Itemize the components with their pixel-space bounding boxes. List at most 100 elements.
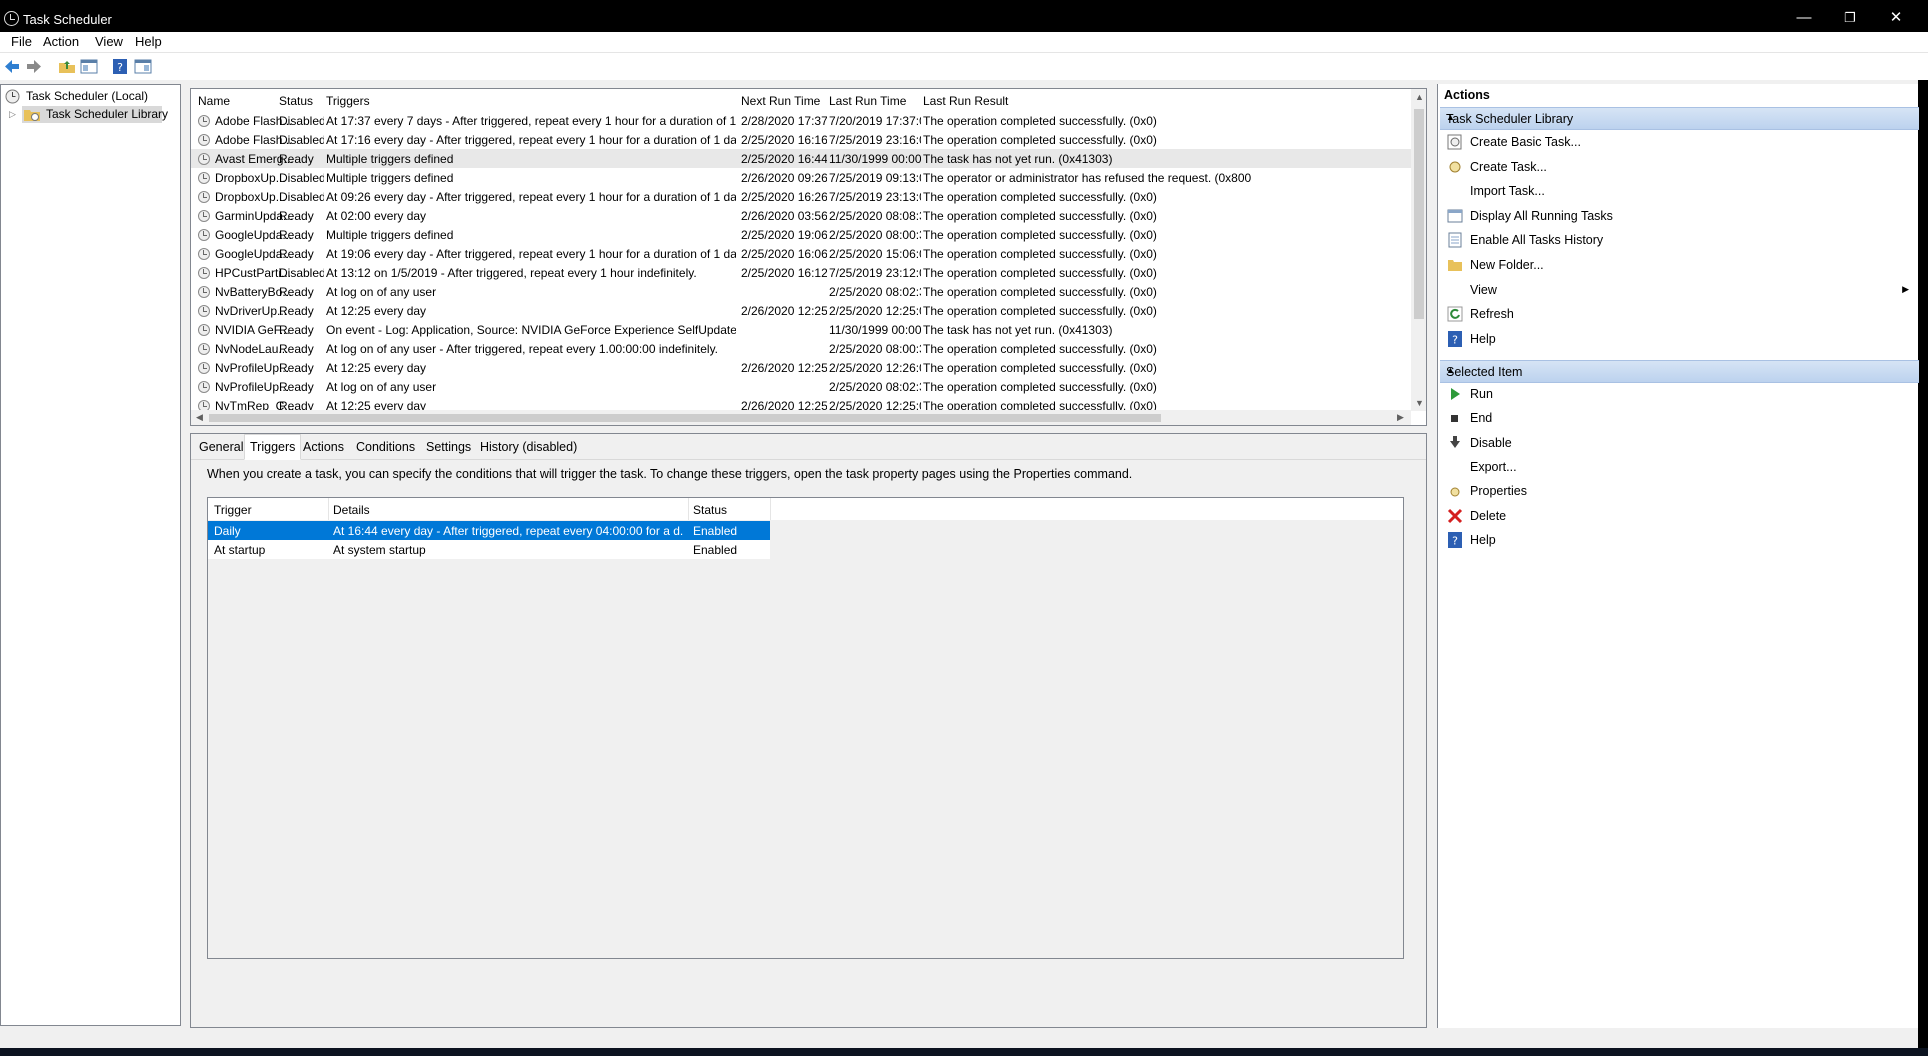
section-header-selected-item[interactable]: Selected Item ▲: [1440, 360, 1919, 383]
task-row[interactable]: NvDriverUp... Ready At 12:25 every day 2/26…: [191, 301, 1411, 320]
action-label: Enable All Tasks History: [1470, 233, 1604, 248]
task-list-vertical-scrollbar[interactable]: ▲ ▼: [1411, 89, 1426, 411]
action-refresh[interactable]: Refresh: [1438, 303, 1917, 325]
create-task-icon: [1447, 159, 1463, 175]
menu-view[interactable]: View: [95, 34, 123, 49]
task-clock-icon: [198, 229, 210, 241]
task-row[interactable]: Adobe Flash... Disabled At 17:37 every 7 d…: [191, 111, 1411, 130]
action-properties[interactable]: Properties: [1438, 480, 1917, 502]
task-last-run-result: The operation completed successfully. (0…: [923, 228, 1157, 242]
action-create-basic-task[interactable]: Create Basic Task...: [1438, 131, 1917, 153]
collapse-arrow-icon[interactable]: ▲: [1446, 112, 1910, 122]
back-icon[interactable]: [3, 58, 21, 75]
column-header-last-run-result[interactable]: Last Run Result: [923, 94, 1008, 108]
task-status: Disabled: [279, 266, 324, 280]
vertical-scroll-thumb[interactable]: [1414, 109, 1424, 319]
column-header-triggers[interactable]: Triggers: [326, 94, 370, 108]
action-disable[interactable]: Disable: [1438, 432, 1917, 454]
tab-triggers[interactable]: Triggers: [244, 434, 302, 460]
taskbar-strip: [0, 1048, 1928, 1056]
task-row[interactable]: NVIDIA GeF... Ready On event - Log: Applic…: [191, 320, 1411, 339]
help-icon[interactable]: ?: [111, 58, 129, 75]
close-button[interactable]: ✕: [1873, 0, 1919, 36]
task-row[interactable]: NvNodeLau... Ready At log on of any user -…: [191, 339, 1411, 358]
column-header-name[interactable]: Name: [198, 94, 230, 108]
task-row[interactable]: Avast Emerg... Ready Multiple triggers def…: [191, 149, 1411, 168]
column-header-trigger[interactable]: Trigger: [214, 503, 252, 517]
action-enable-all-tasks-history[interactable]: Enable All Tasks History: [1438, 229, 1917, 251]
task-list-horizontal-scrollbar[interactable]: ◀ ▶: [191, 410, 1411, 425]
task-clock-icon: [198, 324, 210, 336]
tab-actions[interactable]: Actions: [298, 437, 349, 459]
task-row[interactable]: Adobe Flash... Disabled At 17:16 every day…: [191, 130, 1411, 149]
action-help[interactable]: ? Help: [1438, 328, 1917, 350]
task-triggers: At 13:12 on 1/5/2019 - After triggered, …: [326, 266, 697, 280]
menu-help[interactable]: Help: [135, 34, 162, 49]
task-row[interactable]: NvProfileUp... Ready At log on of any user…: [191, 377, 1411, 396]
column-header-status[interactable]: Status: [279, 94, 313, 108]
task-clock-icon: [198, 191, 210, 203]
task-last-run-time: 7/25/2019 23:12:01: [829, 266, 921, 280]
trigger-row[interactable]: At startup At system startup Enabled: [208, 540, 770, 559]
action-view[interactable]: View ▶: [1438, 279, 1917, 301]
action-delete[interactable]: Delete: [1438, 505, 1917, 527]
tree-item-library[interactable]: ▷ Task Scheduler Library: [9, 106, 168, 123]
task-triggers: Multiple triggers defined: [326, 228, 454, 242]
column-header-last-run-time[interactable]: Last Run Time: [829, 94, 906, 108]
column-header-next-run-time[interactable]: Next Run Time: [741, 94, 820, 108]
task-row[interactable]: GarminUpda... Ready At 02:00 every day 2/26…: [191, 206, 1411, 225]
action-import-task[interactable]: Import Task...: [1438, 180, 1917, 202]
task-row[interactable]: NvBatteryBo... Ready At log on of any user…: [191, 282, 1411, 301]
tab-general[interactable]: General: [194, 437, 248, 459]
run-icon: [1447, 386, 1463, 402]
task-row[interactable]: GoogleUpda... Ready At 19:06 every day - A…: [191, 244, 1411, 263]
task-row[interactable]: NvProfileUp... Ready At 12:25 every day 2/2…: [191, 358, 1411, 377]
task-status: Disabled: [279, 190, 324, 204]
action-display-all-running-tasks[interactable]: Display All Running Tasks: [1438, 205, 1917, 227]
restore-button[interactable]: ❐: [1827, 0, 1873, 36]
scroll-down-arrow-icon[interactable]: ▼: [1415, 398, 1424, 408]
scroll-left-arrow-icon[interactable]: ◀: [196, 412, 203, 423]
task-row[interactable]: GoogleUpda... Ready Multiple triggers defi…: [191, 225, 1411, 244]
task-last-run-time: 7/20/2019 17:37:00: [829, 114, 921, 128]
task-next-run-time: 2/26/2020 12:25:04: [741, 304, 827, 318]
title-bar: Task Scheduler — ❐ ✕: [0, 0, 1928, 36]
tab-conditions[interactable]: Conditions: [351, 437, 420, 459]
task-last-run-result: The operation completed successfully. (0…: [923, 380, 1157, 394]
horizontal-scroll-thumb[interactable]: [209, 414, 1161, 422]
scroll-up-arrow-icon[interactable]: ▲: [1415, 92, 1424, 102]
folder-up-icon[interactable]: [58, 58, 76, 75]
action-label: Delete: [1470, 508, 1507, 523]
action-help[interactable]: ? Help: [1438, 529, 1917, 551]
menu-action[interactable]: Action: [43, 34, 79, 49]
column-header-status[interactable]: Status: [693, 503, 727, 517]
tab-history[interactable]: History (disabled): [475, 437, 582, 459]
triggers-tab-panel: When you create a task, you can specify …: [191, 460, 1426, 1027]
task-row[interactable]: DropboxUp... Disabled Multiple triggers de…: [191, 168, 1411, 187]
show-hide-console-tree-icon[interactable]: [80, 58, 98, 75]
tree-expand-icon[interactable]: ▷: [9, 106, 16, 123]
task-status: Disabled: [279, 133, 324, 147]
show-hide-action-pane-icon[interactable]: [134, 58, 152, 75]
minimize-button[interactable]: —: [1781, 0, 1827, 36]
task-last-run-result: The operation completed successfully. (0…: [923, 190, 1157, 204]
task-row[interactable]: DropboxUp... Disabled At 09:26 every day -…: [191, 187, 1411, 206]
tab-settings[interactable]: Settings: [421, 437, 476, 459]
column-header-details[interactable]: Details: [333, 503, 370, 517]
action-create-task[interactable]: Create Task...: [1438, 156, 1917, 178]
task-clock-icon: [198, 153, 210, 165]
task-row[interactable]: HPCustParti... Disabled At 13:12 on 1/5/20…: [191, 263, 1411, 282]
action-new-folder[interactable]: New Folder...: [1438, 254, 1917, 276]
action-export[interactable]: Export...: [1438, 456, 1917, 478]
actions-pane: Actions Task Scheduler Library ▲ Create …: [1437, 84, 1919, 1028]
action-end[interactable]: End: [1438, 407, 1917, 429]
task-scheduler-app-icon: [4, 11, 19, 26]
collapse-arrow-icon[interactable]: ▲: [1446, 365, 1910, 375]
task-status: Disabled: [279, 171, 324, 185]
forward-icon[interactable]: [25, 58, 43, 75]
action-run[interactable]: Run: [1438, 383, 1917, 405]
scroll-right-arrow-icon[interactable]: ▶: [1397, 412, 1404, 423]
section-header-library[interactable]: Task Scheduler Library ▲: [1440, 107, 1919, 130]
menu-file[interactable]: File: [11, 34, 32, 49]
trigger-row[interactable]: Daily At 16:44 every day - After trigger…: [208, 521, 770, 540]
